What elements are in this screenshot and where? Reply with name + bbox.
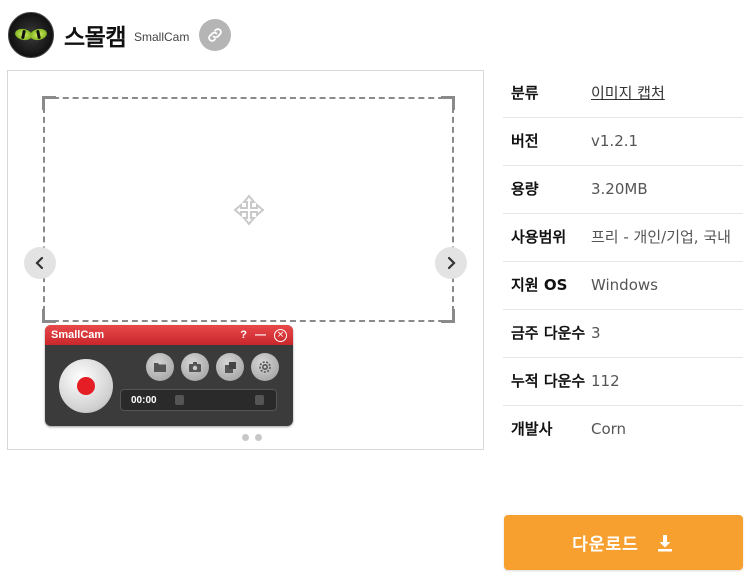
- info-label: 개발사: [511, 420, 553, 438]
- widget-titlebar: SmallCam ? — ×: [45, 325, 293, 345]
- screenshot-carousel: SmallCam ? — × 00:00: [7, 70, 484, 450]
- app-header: 스몰캠 SmallCam: [8, 11, 232, 59]
- chevron-left-icon: [35, 256, 44, 270]
- info-table: 분류 이미지 캡처 버전 v1.2.1 용량 3.20MB 사용범위 프리 - …: [503, 70, 743, 453]
- widget-close-button[interactable]: ×: [274, 328, 287, 342]
- app-title: 스몰캠: [64, 25, 126, 51]
- widget-minimize-button[interactable]: —: [255, 329, 266, 341]
- record-button[interactable]: [59, 359, 113, 413]
- info-label: 버전: [511, 132, 539, 150]
- gear-icon: [259, 361, 271, 373]
- info-value: 3: [591, 324, 601, 342]
- info-value: 112: [591, 372, 620, 390]
- info-row-license: 사용범위 프리 - 개인/기업, 국내: [503, 214, 743, 262]
- share-link-button[interactable]: [199, 19, 232, 51]
- record-dot-icon: [77, 377, 95, 395]
- info-value: 프리 - 개인/기업, 국내: [591, 228, 731, 246]
- move-icon[interactable]: [232, 193, 266, 227]
- info-label: 누적 다운수: [511, 372, 586, 390]
- info-row-weekly-downloads: 금주 다운수 3: [503, 310, 743, 358]
- lock-icon: [175, 395, 184, 405]
- link-icon: [208, 28, 223, 42]
- capture-region-frame[interactable]: [42, 96, 455, 323]
- info-label: 용량: [511, 180, 539, 198]
- timer-text: 00:00: [131, 394, 157, 406]
- carousel-next-button[interactable]: [435, 247, 467, 279]
- camera-icon: [189, 362, 201, 372]
- info-row-version: 버전 v1.2.1: [503, 118, 743, 166]
- category-link[interactable]: 이미지 캡처: [591, 82, 743, 105]
- widget-help-button[interactable]: ?: [240, 329, 247, 341]
- region-button[interactable]: [216, 353, 244, 381]
- download-label: 다운로드: [572, 535, 639, 555]
- info-label: 분류: [511, 84, 539, 102]
- timer-bar: 00:00: [120, 389, 277, 411]
- info-row-developer: 개발사 Corn: [503, 406, 743, 453]
- carousel-prev-button[interactable]: [24, 247, 56, 279]
- lock-icon: [255, 395, 264, 405]
- screenshot-button[interactable]: [181, 353, 209, 381]
- chevron-right-icon: [447, 256, 456, 270]
- info-label: 사용범위: [511, 228, 567, 246]
- app-subtitle: SmallCam: [133, 30, 190, 44]
- info-value: v1.2.1: [591, 132, 639, 150]
- folder-icon: [154, 363, 166, 372]
- info-row-size: 용량 3.20MB: [503, 166, 743, 214]
- folder-button[interactable]: [146, 353, 174, 381]
- carousel-dot[interactable]: [255, 434, 262, 441]
- download-button[interactable]: 다운로드: [504, 515, 743, 570]
- info-label: 지원 OS: [511, 276, 568, 294]
- smallcam-widget: SmallCam ? — × 00:00: [45, 325, 293, 426]
- carousel-indicators: [242, 434, 262, 441]
- widget-title: SmallCam: [51, 329, 105, 341]
- info-row-os: 지원 OS Windows: [503, 262, 743, 310]
- cat-eye-icon: [8, 12, 54, 58]
- info-value: Windows: [591, 276, 658, 294]
- info-row-total-downloads: 누적 다운수 112: [503, 358, 743, 406]
- info-value: Corn: [591, 420, 627, 438]
- carousel-dot[interactable]: [242, 434, 249, 441]
- download-icon: [657, 534, 672, 551]
- info-value: 3.20MB: [591, 180, 648, 198]
- settings-button[interactable]: [251, 353, 279, 381]
- info-label: 금주 다운수: [511, 324, 586, 342]
- info-row-category: 분류 이미지 캡처: [503, 70, 743, 118]
- region-icon: [224, 361, 236, 373]
